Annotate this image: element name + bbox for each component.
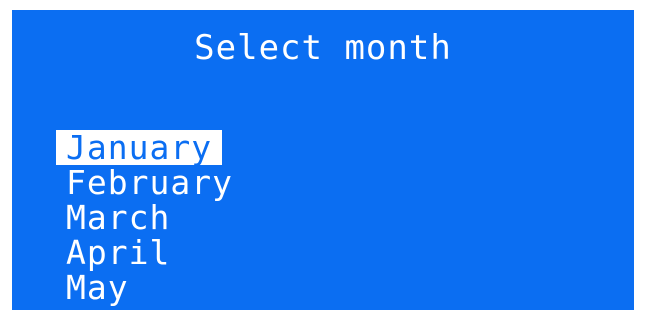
- month-item-april[interactable]: April: [56, 233, 180, 272]
- month-list: January February March April May: [56, 130, 243, 305]
- month-item-march[interactable]: March: [56, 198, 180, 237]
- month-selector-screen: Select month January February March Apri…: [12, 10, 634, 310]
- month-item-february[interactable]: February: [56, 163, 243, 202]
- month-item-may[interactable]: May: [56, 268, 139, 307]
- month-item-january[interactable]: January: [56, 130, 223, 165]
- screen-title: Select month: [194, 28, 452, 68]
